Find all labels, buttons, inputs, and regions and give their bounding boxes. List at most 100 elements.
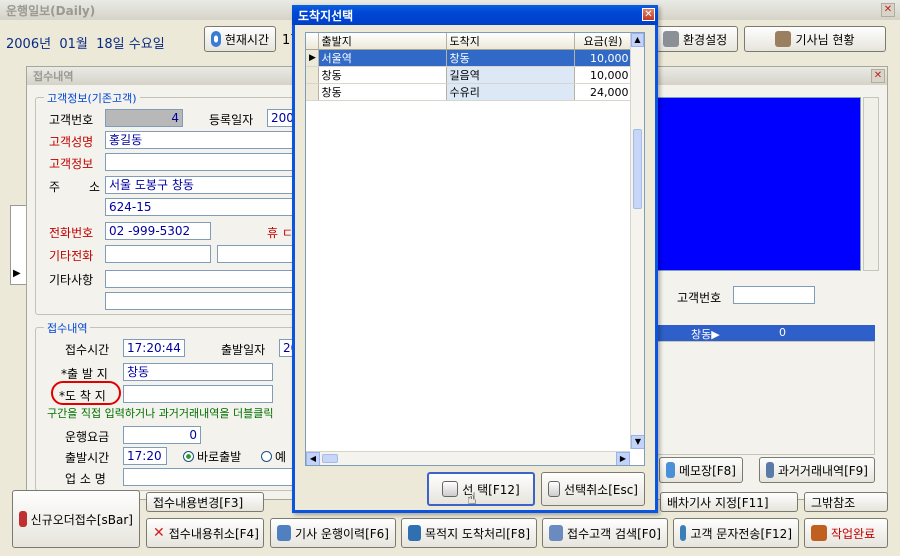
customer-info-legend: 고객정보(기존고객) — [44, 90, 140, 106]
business-field[interactable] — [123, 468, 303, 486]
closing-button[interactable]: 그밖참조 — [804, 492, 888, 512]
cell-fare[interactable]: 10,000 — [574, 49, 633, 67]
notes-field-1[interactable] — [105, 270, 295, 288]
other-phone-field-2[interactable] — [217, 245, 297, 263]
destination-table: 출발지 도착지 요금(원) ▶ 서울역 창동 10,000 창동 길음역 10,… — [306, 33, 633, 101]
select-button[interactable]: 선 택[F12] — [427, 472, 535, 506]
scroll-down-icon[interactable]: ▼ — [631, 435, 644, 449]
cell-fare[interactable]: 10,000 — [574, 66, 633, 84]
search-icon — [549, 525, 564, 541]
fare-field[interactable]: 0 — [123, 426, 201, 444]
destination-grid: 출발지 도착지 요금(원) ▶ 서울역 창동 10,000 창동 길음역 10,… — [305, 32, 645, 466]
close-icon: ✕ — [644, 9, 653, 20]
driver-history-button[interactable]: 기사 운행이력[F6] — [270, 518, 396, 548]
other-phone-field-1[interactable] — [105, 245, 211, 263]
customer-info-field[interactable] — [105, 153, 295, 171]
main-close-button[interactable]: ✕ — [881, 3, 895, 17]
radio-reserve[interactable]: 예 — [261, 448, 286, 465]
phone-field[interactable]: 02 -999-5302 — [105, 222, 211, 240]
radio-immediate[interactable]: 바로출발 — [183, 448, 241, 465]
driver-assign-button[interactable]: 배차기사 지정[F11] — [660, 492, 798, 512]
receipt-time-label: 접수시간 — [65, 343, 110, 357]
right-customer-no-field[interactable] — [733, 286, 815, 304]
header-fare[interactable]: 요금(원) — [574, 33, 633, 50]
cell-origin[interactable]: 창동 — [318, 83, 447, 101]
month: 01 — [59, 37, 76, 52]
month-unit: 월 — [75, 37, 88, 52]
customer-search-button[interactable]: 접수고객 검색[F0] — [542, 518, 668, 548]
destination-field[interactable] — [123, 385, 273, 403]
closing-label: 그밖참조 — [811, 495, 856, 510]
customer-no-field: 4 — [105, 109, 183, 127]
checklist-icon — [442, 481, 459, 497]
scroll-thumb[interactable] — [633, 129, 642, 209]
route-summary-row[interactable]: 창동▶ 0 — [657, 325, 875, 341]
table-row[interactable]: ▶ 서울역 창동 10,000 — [306, 49, 633, 67]
customer-info-label: 고객정보 — [49, 157, 94, 171]
scroll-left-icon[interactable]: ◀ — [306, 452, 320, 465]
route-list-area — [657, 341, 875, 455]
memo-button[interactable]: 메모장[F8] — [659, 457, 743, 483]
grid-vertical-scrollbar[interactable]: ▲ ▼ — [630, 33, 644, 449]
header-destination[interactable]: 도착지 — [446, 33, 575, 50]
depart-time-field[interactable]: 17:20 — [123, 447, 167, 465]
year: 2006 — [6, 37, 40, 52]
memo-label: 메모장[F8] — [678, 463, 736, 478]
cell-origin[interactable]: 서울역 — [318, 49, 447, 67]
cell-destination[interactable]: 창동 — [446, 49, 575, 67]
main-window-title: 운행일보(Daily) — [6, 4, 96, 18]
reception-close-button[interactable]: ✕ — [871, 69, 885, 83]
dialog-close-button[interactable]: ✕ — [642, 8, 655, 21]
history-button[interactable]: 과거거래내역[F9] — [759, 457, 875, 483]
receipt-change-label: 접수내용변경[F3] — [153, 495, 244, 510]
header-origin[interactable]: 출발지 — [318, 33, 447, 50]
customer-no-label: 고객번호 — [49, 113, 94, 127]
route-icon — [408, 525, 421, 541]
hint-text: 구간을 직접 입력하거나 과거거래내역을 더블클릭 — [47, 407, 274, 420]
notes-label: 기타사항 — [49, 273, 94, 287]
grid-horizontal-scrollbar[interactable]: ◀ ▶ — [306, 451, 630, 465]
receipt-time-field[interactable]: 17:20:44 — [123, 339, 185, 357]
current-time-label: 현재시간 — [224, 32, 269, 47]
scroll-up-icon[interactable]: ▲ — [631, 33, 644, 47]
cell-fare[interactable]: 24,000 — [574, 83, 633, 101]
new-order-button[interactable]: 신규오더접수[sBar] — [12, 490, 140, 548]
customer-search-label: 접수고객 검색[F0] — [567, 526, 661, 541]
notes-field-2[interactable] — [105, 292, 295, 310]
address-label-1: 주 — [49, 180, 61, 194]
customer-sms-button[interactable]: 고객 문자전송[F12] — [673, 518, 799, 548]
destination-done-label: 목적지 도착처리[F8] — [425, 526, 530, 541]
year-unit: 년 — [39, 37, 52, 52]
customer-name-field[interactable]: 홍길동 — [105, 131, 295, 149]
current-time-button[interactable]: 현재시간 — [204, 26, 276, 52]
table-row[interactable]: 창동 길음역 10,000 — [306, 66, 633, 84]
destination-done-button[interactable]: 목적지 도착처리[F8] — [401, 518, 537, 548]
cell-origin[interactable]: 창동 — [318, 66, 447, 84]
cancel-select-button[interactable]: 선택취소[Esc] — [541, 472, 645, 506]
hscroll-thumb[interactable] — [322, 454, 338, 463]
table-header: 출발지 도착지 요금(원) — [306, 33, 633, 50]
scroll-right-icon[interactable]: ▶ — [616, 452, 630, 465]
right-scrollbar[interactable] — [863, 97, 879, 271]
driver-icon — [775, 31, 792, 47]
customer-name-label: 고객성명 — [49, 135, 94, 149]
day-unit: 일 — [112, 37, 125, 52]
driver-status-button[interactable]: 기사님 현황 — [744, 26, 886, 52]
radio-checked-icon — [183, 451, 194, 462]
receipt-legend: 접수내역 — [44, 320, 91, 336]
row-pointer-icon: ▶ — [13, 268, 21, 279]
new-order-icon — [19, 511, 27, 527]
cell-destination[interactable]: 수유리 — [446, 83, 575, 101]
clock-icon — [211, 31, 221, 47]
address-field-2[interactable]: 624-15 — [105, 198, 295, 216]
address-field-1[interactable]: 서울 도봉구 창동 — [105, 176, 295, 194]
receipt-change-button[interactable]: 접수내용변경[F3] — [146, 492, 264, 512]
work-done-button[interactable]: 작업완료 — [804, 518, 888, 548]
origin-field[interactable]: 창동 — [123, 363, 273, 381]
reception-title: 접수내역 — [33, 70, 74, 83]
destination-dialog: 도착지선택 ✕ 출발지 도착지 요금(원) ▶ 서울역 창동 10,000 창동… — [292, 5, 658, 513]
cancel-receipt-button[interactable]: ✕ 접수내용취소[F4] — [146, 518, 264, 548]
table-row[interactable]: 창동 수유리 24,000 — [306, 83, 633, 101]
cell-destination[interactable]: 길음역 — [446, 66, 575, 84]
settings-button[interactable]: 환경설정 — [656, 26, 738, 52]
